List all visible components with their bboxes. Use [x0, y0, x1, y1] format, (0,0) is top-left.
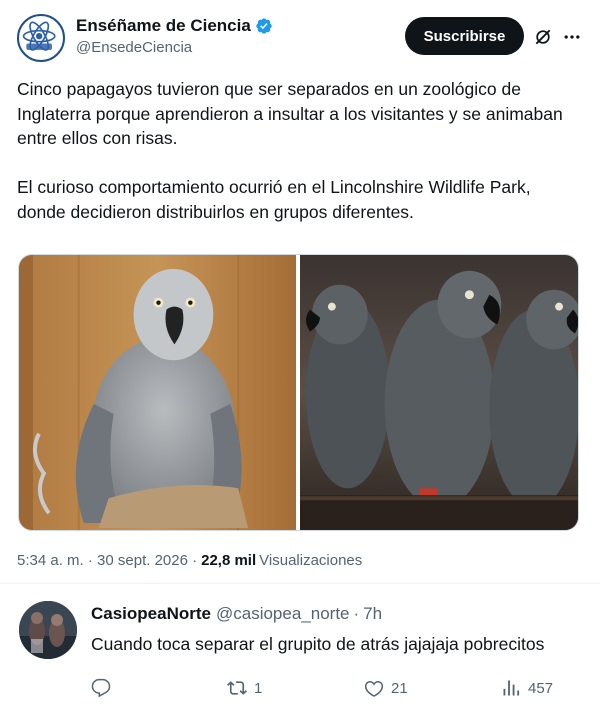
post-paragraph-2: El curioso comportamiento ocurrió en el … [17, 177, 531, 222]
reply-icon [91, 678, 111, 698]
reply-handle[interactable]: @casiopea_norte [216, 604, 350, 624]
media-image-three-parrots[interactable] [300, 255, 578, 530]
reply-button[interactable] [91, 678, 111, 698]
like-count: 21 [391, 679, 408, 697]
media-image-single-parrot[interactable] [19, 255, 296, 530]
subscribe-button[interactable]: Suscribirse [405, 17, 524, 55]
post-text: Cinco papagayos tuvieron que ser separad… [17, 77, 583, 224]
atom-logo-icon [19, 16, 59, 56]
author-avatar[interactable] [17, 14, 65, 62]
reply-avatar-image [19, 601, 77, 659]
reply-text: Cuando toca separar el grupito de atrás … [91, 634, 545, 654]
parrot-photo-1 [19, 255, 296, 530]
author-name-row: Enséñame de Ciencia [76, 16, 273, 36]
views-button[interactable]: 457 [501, 678, 553, 698]
views-count: 457 [528, 679, 554, 697]
heart-icon [364, 680, 384, 697]
post-views-label: Visualizaciones [259, 552, 363, 569]
reply-actions: 1 21 457 [0, 678, 600, 702]
repost-count: 1 [254, 679, 263, 697]
post-timestamp[interactable]: 5:34 a. m. · 30 sept. 2026 · [17, 552, 197, 569]
author-display-name[interactable]: Enséñame de Ciencia [76, 16, 251, 36]
views-bar-icon [503, 680, 520, 696]
more-dots-icon[interactable] [562, 27, 582, 47]
post-paragraph-1: Cinco papagayos tuvieron que ser separad… [17, 79, 563, 148]
reply-separator: · [353, 604, 360, 623]
reply-header: CasiopeaNorte @casiopea_norte · 7h [91, 604, 382, 624]
repost-button[interactable]: 1 [227, 678, 262, 698]
verified-badge-icon [256, 18, 272, 34]
repost-icon [227, 681, 247, 695]
reply-avatar[interactable] [19, 601, 77, 659]
grok-icon[interactable] [533, 27, 553, 47]
post-views-count: 22,8 mil [201, 552, 257, 569]
post-header: Enséñame de Ciencia @EnsedeCiencia Suscr… [0, 0, 600, 72]
post-meta: 5:34 a. m. · 30 sept. 2026 · 22,8 mil Vi… [17, 552, 362, 569]
reply-time[interactable]: 7h [363, 604, 382, 624]
author-handle[interactable]: @EnsedeCiencia [76, 39, 192, 56]
post-media [18, 254, 579, 531]
like-button[interactable]: 21 [364, 678, 408, 698]
reply-display-name[interactable]: CasiopeaNorte [91, 604, 211, 624]
parrot-photo-2 [300, 255, 578, 530]
reply-item[interactable]: CasiopeaNorte @casiopea_norte · 7h Cuand… [0, 584, 600, 723]
